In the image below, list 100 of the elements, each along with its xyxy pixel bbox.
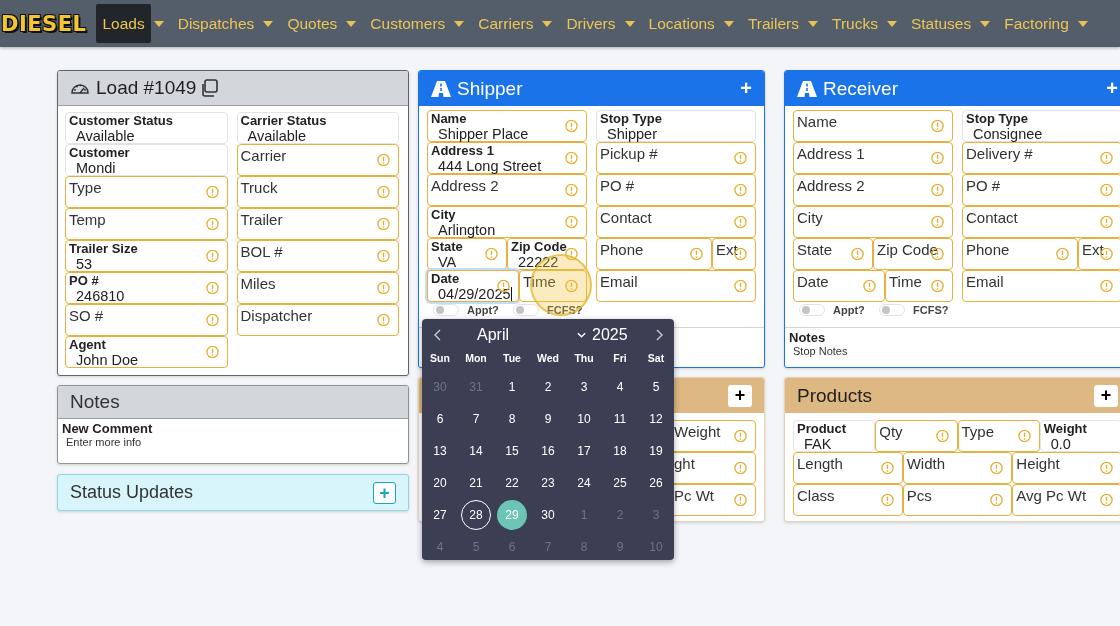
form-field[interactable]: Contact (596, 206, 756, 238)
form-field[interactable]: Delivery # (962, 142, 1120, 174)
form-field[interactable]: State (793, 238, 873, 270)
form-field[interactable]: Name Shipper Place (427, 110, 587, 142)
calendar-day[interactable]: 3 (569, 372, 599, 402)
calendar-day[interactable]: 17 (569, 436, 599, 466)
calendar-day[interactable]: 30 (533, 500, 563, 530)
caret-icon[interactable] (542, 20, 553, 27)
nav-tab[interactable]: Loads (96, 4, 151, 43)
caret-icon[interactable] (263, 20, 274, 27)
form-field[interactable]: Name (793, 110, 953, 142)
form-field[interactable]: Email (596, 270, 756, 302)
form-field[interactable]: Height (1012, 452, 1120, 484)
copy-icon[interactable] (200, 79, 219, 97)
notes-text[interactable]: Stop Notes (789, 345, 1120, 357)
caret-icon[interactable] (886, 20, 897, 27)
form-field[interactable]: Phone (962, 238, 1078, 270)
form-field[interactable]: Dispatcher (236, 304, 399, 336)
form-field[interactable]: Date 04/29/2025 (427, 270, 519, 302)
caret-icon[interactable] (980, 20, 991, 27)
add-button[interactable]: + (1094, 384, 1118, 407)
form-field[interactable]: Customer Status Available (65, 112, 228, 144)
caret-icon[interactable] (346, 20, 357, 27)
form-field[interactable]: City Arlington (427, 206, 587, 238)
form-field[interactable]: Temp (65, 208, 228, 240)
form-field[interactable]: Date (793, 270, 885, 302)
form-field[interactable]: City (793, 206, 953, 238)
form-field[interactable]: Ext (1078, 238, 1120, 270)
form-field[interactable]: Miles (236, 272, 399, 304)
calendar-day[interactable]: 4 (605, 372, 635, 402)
calendar-day[interactable]: 13 (425, 436, 455, 466)
form-field[interactable]: Trailer Size 53 (65, 240, 228, 272)
form-field[interactable]: Pcs (902, 484, 1013, 516)
year-field[interactable]: 2025 (592, 326, 628, 344)
previous-month-icon[interactable] (433, 329, 441, 341)
calendar-day[interactable]: 11 (605, 404, 635, 434)
calendar-day[interactable]: 8 (497, 404, 527, 434)
calendar-day[interactable]: 1 (497, 372, 527, 402)
form-field[interactable]: Class (793, 484, 903, 516)
calendar-day[interactable]: 7 (461, 404, 491, 434)
form-field[interactable]: Agent John Doe (65, 336, 228, 368)
form-field[interactable]: Width (902, 452, 1013, 484)
form-field[interactable]: Address 1 444 Long Street (427, 142, 587, 174)
nav-tab[interactable]: Statuses (904, 4, 978, 43)
month-select[interactable]: April (477, 326, 577, 344)
calendar-day[interactable]: 23 (533, 468, 563, 498)
logo[interactable]: DIESEL (1, 11, 87, 36)
caret-icon[interactable] (454, 20, 465, 27)
calendar-day[interactable]: 27 (425, 500, 455, 530)
caret-icon[interactable] (624, 20, 635, 27)
calendar-day[interactable]: 24 (569, 468, 599, 498)
caret-icon[interactable] (808, 20, 818, 27)
form-field[interactable]: Avg Pc Wt (1012, 484, 1120, 516)
add-button[interactable]: + (728, 384, 752, 407)
next-month-icon[interactable] (656, 329, 664, 341)
form-field[interactable]: State VA (427, 238, 507, 270)
caret-icon[interactable] (1077, 20, 1088, 27)
form-field[interactable]: Stop Type Shipper (596, 110, 756, 142)
form-field[interactable]: Carrier (236, 144, 399, 176)
calendar-day[interactable]: 9 (533, 404, 563, 434)
form-field[interactable]: Address 2 (427, 174, 587, 206)
toggle-switch[interactable] (513, 304, 539, 316)
caret-icon[interactable] (723, 20, 734, 27)
nav-tab[interactable]: Drivers (560, 4, 622, 43)
form-field[interactable]: Type (957, 420, 1040, 452)
form-field[interactable]: BOL # (236, 240, 399, 272)
calendar-day[interactable]: 10 (569, 404, 599, 434)
toggle-switch[interactable] (879, 304, 905, 316)
toggle-switch[interactable] (799, 304, 825, 316)
add-button[interactable]: + (740, 77, 752, 100)
form-field[interactable]: Truck (236, 176, 399, 208)
form-field[interactable]: Product FAK (793, 420, 876, 452)
form-field[interactable]: Qty (875, 420, 958, 452)
calendar-day[interactable]: 15 (497, 436, 527, 466)
calendar-day[interactable]: 2 (533, 372, 563, 402)
form-field[interactable]: Pickup # (596, 142, 756, 174)
form-field[interactable]: Trailer (236, 208, 399, 240)
calendar-day[interactable]: 19 (641, 436, 671, 466)
form-field[interactable]: Type (65, 176, 228, 208)
caret-icon[interactable] (153, 20, 164, 27)
nav-tab[interactable]: Locations (642, 4, 721, 43)
calendar-day[interactable]: 21 (461, 468, 491, 498)
chevron-down-icon[interactable] (577, 332, 586, 338)
calendar-day[interactable]: 12 (641, 404, 671, 434)
form-field[interactable]: Contact (962, 206, 1120, 238)
nav-tab[interactable]: Customers (364, 4, 452, 43)
calendar-day[interactable]: 20 (425, 468, 455, 498)
nav-tab[interactable]: Trucks (826, 4, 884, 43)
calendar-day[interactable]: 14 (461, 436, 491, 466)
calendar-day[interactable]: 18 (605, 436, 635, 466)
form-field[interactable]: Carrier Status Available (236, 112, 399, 144)
form-field[interactable]: SO # (65, 304, 228, 336)
calendar-day[interactable]: 6 (425, 404, 455, 434)
calendar-day[interactable]: 5 (641, 372, 671, 402)
nav-tab[interactable]: Carriers (472, 4, 540, 43)
form-field[interactable]: PO # (962, 174, 1120, 206)
form-field[interactable]: Address 2 (793, 174, 953, 206)
form-field[interactable]: PO # 246810 (65, 272, 228, 304)
form-field[interactable]: Time (885, 270, 953, 302)
add-button[interactable]: + (1106, 77, 1118, 100)
